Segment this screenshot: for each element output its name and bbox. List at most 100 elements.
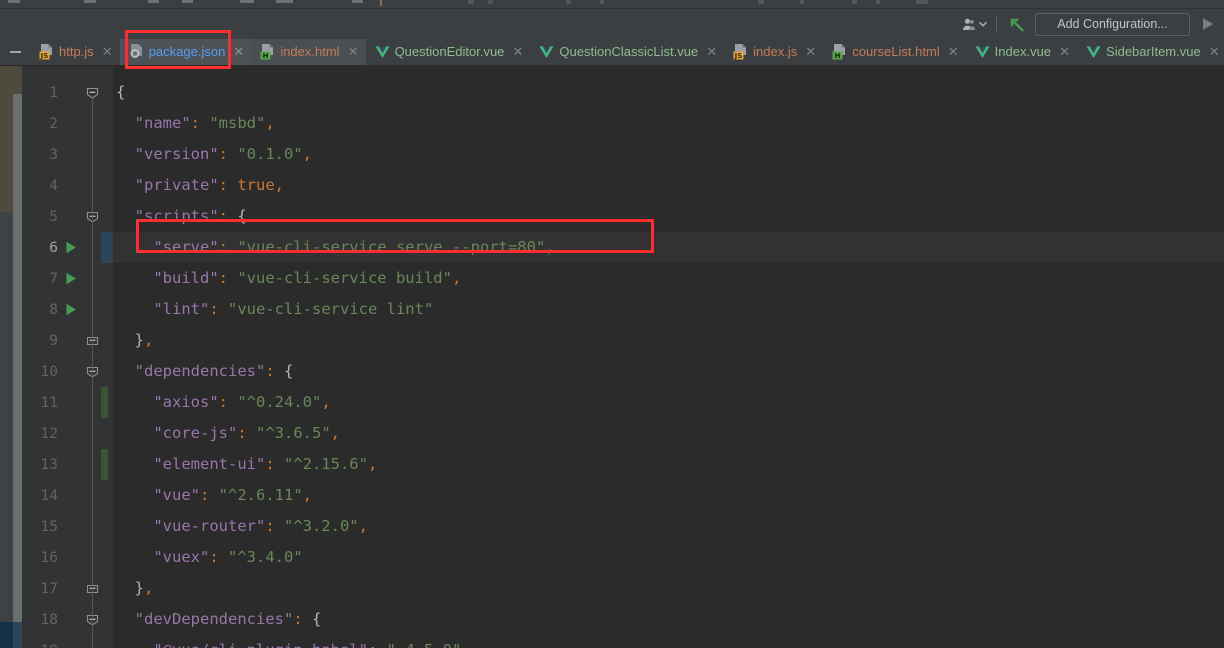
code-line-17[interactable]: }, bbox=[113, 573, 1224, 604]
editor-tab-courselist-html[interactable]: HcourseList.html ✕ bbox=[823, 39, 965, 65]
run-script-icon[interactable] bbox=[60, 241, 82, 254]
vue-file-icon bbox=[539, 46, 554, 58]
code-token: : bbox=[218, 207, 238, 225]
code-token: , bbox=[144, 579, 154, 597]
tab-close-icon[interactable]: ✕ bbox=[805, 39, 816, 65]
code-content[interactable]: { "name": "msbd", "version": "0.1.0", "p… bbox=[113, 66, 1224, 648]
code-line-12[interactable]: "core-js": "^3.6.5", bbox=[113, 418, 1224, 449]
line-number: 9 bbox=[49, 332, 58, 349]
gutter-line-18[interactable]: 18 bbox=[22, 604, 113, 635]
h-file-icon: H bbox=[832, 44, 846, 60]
tab-label: index.html bbox=[280, 44, 340, 59]
code-line-1[interactable]: { bbox=[113, 77, 1224, 108]
code-line-7[interactable]: "build": "vue-cli-service build", bbox=[113, 263, 1224, 294]
tab-label: Index.vue bbox=[994, 44, 1052, 59]
tab-close-icon[interactable]: ✕ bbox=[1209, 39, 1220, 65]
line-number: 10 bbox=[40, 363, 58, 380]
editor-tab-package-json[interactable]: package.json ✕ bbox=[119, 39, 252, 65]
add-configuration-button[interactable]: Add Configuration... bbox=[1035, 12, 1190, 36]
user-avatar-menu[interactable] bbox=[959, 12, 989, 36]
gutter-line-9[interactable]: 9 bbox=[22, 325, 113, 356]
line-number: 7 bbox=[49, 270, 58, 287]
code-token: "vue-cli-service build" bbox=[237, 269, 452, 287]
editor-scrollbar-thumb[interactable] bbox=[13, 94, 22, 648]
code-token: , bbox=[302, 486, 313, 504]
editor-gutter[interactable]: 12345678910111213141516171819 bbox=[22, 66, 113, 648]
gutter-line-13[interactable]: 13 bbox=[22, 449, 113, 480]
gutter-line-7[interactable]: 7 bbox=[22, 263, 113, 294]
code-editor: 12345678910111213141516171819 { "name": … bbox=[0, 66, 1224, 648]
code-token: , bbox=[545, 238, 555, 256]
editor-tab-questioneditor-vue[interactable]: QuestionEditor.vue ✕ bbox=[366, 39, 531, 65]
code-token: "name" bbox=[116, 114, 191, 132]
code-token: { bbox=[283, 362, 294, 380]
code-line-4[interactable]: "private": true, bbox=[113, 170, 1224, 201]
code-line-5[interactable]: "scripts": { bbox=[113, 201, 1224, 232]
gutter-line-19[interactable]: 19 bbox=[22, 635, 113, 648]
vcs-update-button[interactable] bbox=[1004, 12, 1030, 36]
editor-tab-index-js[interactable]: JS index.js ✕ bbox=[724, 39, 823, 65]
line-number: 11 bbox=[40, 394, 58, 411]
tab-close-icon[interactable]: ✕ bbox=[233, 39, 244, 65]
gutter-line-3[interactable]: 3 bbox=[22, 139, 113, 170]
code-line-13[interactable]: "element-ui": "^2.15.6", bbox=[113, 449, 1224, 480]
tab-close-icon[interactable]: ✕ bbox=[102, 39, 113, 65]
run-script-icon[interactable] bbox=[60, 303, 82, 316]
line-number: 16 bbox=[40, 549, 58, 566]
gutter-line-16[interactable]: 16 bbox=[22, 542, 113, 573]
code-token: "^0.24.0" bbox=[237, 393, 322, 411]
editor-tab-http-js[interactable]: JS http.js ✕ bbox=[30, 39, 120, 65]
code-line-16[interactable]: "vuex": "^3.4.0" bbox=[113, 542, 1224, 573]
tab-close-icon[interactable]: ✕ bbox=[348, 39, 359, 65]
code-line-6[interactable]: "serve": "vue-cli-service serve --port=8… bbox=[113, 232, 1224, 263]
code-line-3[interactable]: "version": "0.1.0", bbox=[113, 139, 1224, 170]
line-number: 19 bbox=[22, 643, 60, 648]
gutter-line-10[interactable]: 10 bbox=[22, 356, 113, 387]
gutter-line-12[interactable]: 12 bbox=[22, 418, 113, 449]
tab-close-icon[interactable]: ✕ bbox=[948, 39, 959, 65]
gutter-line-5[interactable]: 5 bbox=[22, 201, 113, 232]
code-token: : bbox=[190, 114, 210, 132]
tab-label: courseList.html bbox=[852, 44, 940, 59]
hide-tabs-button[interactable] bbox=[0, 39, 30, 65]
gutter-line-17[interactable]: 17 bbox=[22, 573, 113, 604]
gutter-line-8[interactable]: 8 bbox=[22, 294, 113, 325]
code-line-14[interactable]: "vue": "^2.6.11", bbox=[113, 480, 1224, 511]
editor-tab-questionclassiclist-vue[interactable]: QuestionClassicList.vue ✕ bbox=[530, 39, 724, 65]
tab-close-icon[interactable]: ✕ bbox=[706, 39, 717, 65]
gutter-line-4[interactable]: 4 bbox=[22, 170, 113, 201]
editor-tab-index-html[interactable]: Hindex.html ✕ bbox=[251, 39, 366, 65]
toolbar-separator bbox=[996, 16, 997, 32]
code-token: : bbox=[218, 176, 238, 194]
code-line-2[interactable]: "name": "msbd", bbox=[113, 108, 1224, 139]
editor-tab-bar: JS http.js ✕ package.json ✕ Hindex.html ✕ Quest… bbox=[0, 39, 1224, 66]
run-button[interactable] bbox=[1194, 12, 1220, 36]
code-line-9[interactable]: }, bbox=[113, 325, 1224, 356]
code-token: "^3.6.5" bbox=[256, 424, 331, 442]
gutter-line-2[interactable]: 2 bbox=[22, 108, 113, 139]
code-line-8[interactable]: "lint": "vue-cli-service lint" bbox=[113, 294, 1224, 325]
tab-close-icon[interactable]: ✕ bbox=[512, 39, 523, 65]
code-token: "devDependencies" bbox=[116, 610, 294, 628]
editor-tab-sidebaritem-vue[interactable]: SidebarItem.vue ✕ bbox=[1077, 39, 1224, 65]
code-token: : bbox=[265, 362, 284, 380]
run-script-icon[interactable] bbox=[60, 272, 82, 285]
tab-close-icon[interactable]: ✕ bbox=[1059, 39, 1070, 65]
gutter-line-15[interactable]: 15 bbox=[22, 511, 113, 542]
code-line-18[interactable]: "devDependencies": { bbox=[113, 604, 1224, 635]
code-line-10[interactable]: "dependencies": { bbox=[113, 356, 1224, 387]
gutter-line-11[interactable]: 11 bbox=[22, 387, 113, 418]
code-line-15[interactable]: "vue-router": "^3.2.0", bbox=[113, 511, 1224, 542]
gutter-line-1[interactable]: 1 bbox=[22, 77, 113, 108]
code-token: "dependencies" bbox=[116, 362, 266, 380]
code-token: { bbox=[116, 83, 126, 101]
line-number: 14 bbox=[40, 487, 58, 504]
code-token: "vue-cli-service serve --port=80" bbox=[237, 238, 546, 256]
editor-tab-index-vue[interactable]: Index.vue ✕ bbox=[966, 39, 1077, 65]
gutter-line-6[interactable]: 6 bbox=[22, 232, 113, 263]
gutter-line-14[interactable]: 14 bbox=[22, 480, 113, 511]
code-line-11[interactable]: "axios": "^0.24.0", bbox=[113, 387, 1224, 418]
code-token: , bbox=[451, 269, 462, 287]
line-number: 18 bbox=[40, 611, 58, 628]
code-line-19[interactable]: "@vue/cli-plugin-babel": "~4.5.0", bbox=[113, 635, 1224, 648]
